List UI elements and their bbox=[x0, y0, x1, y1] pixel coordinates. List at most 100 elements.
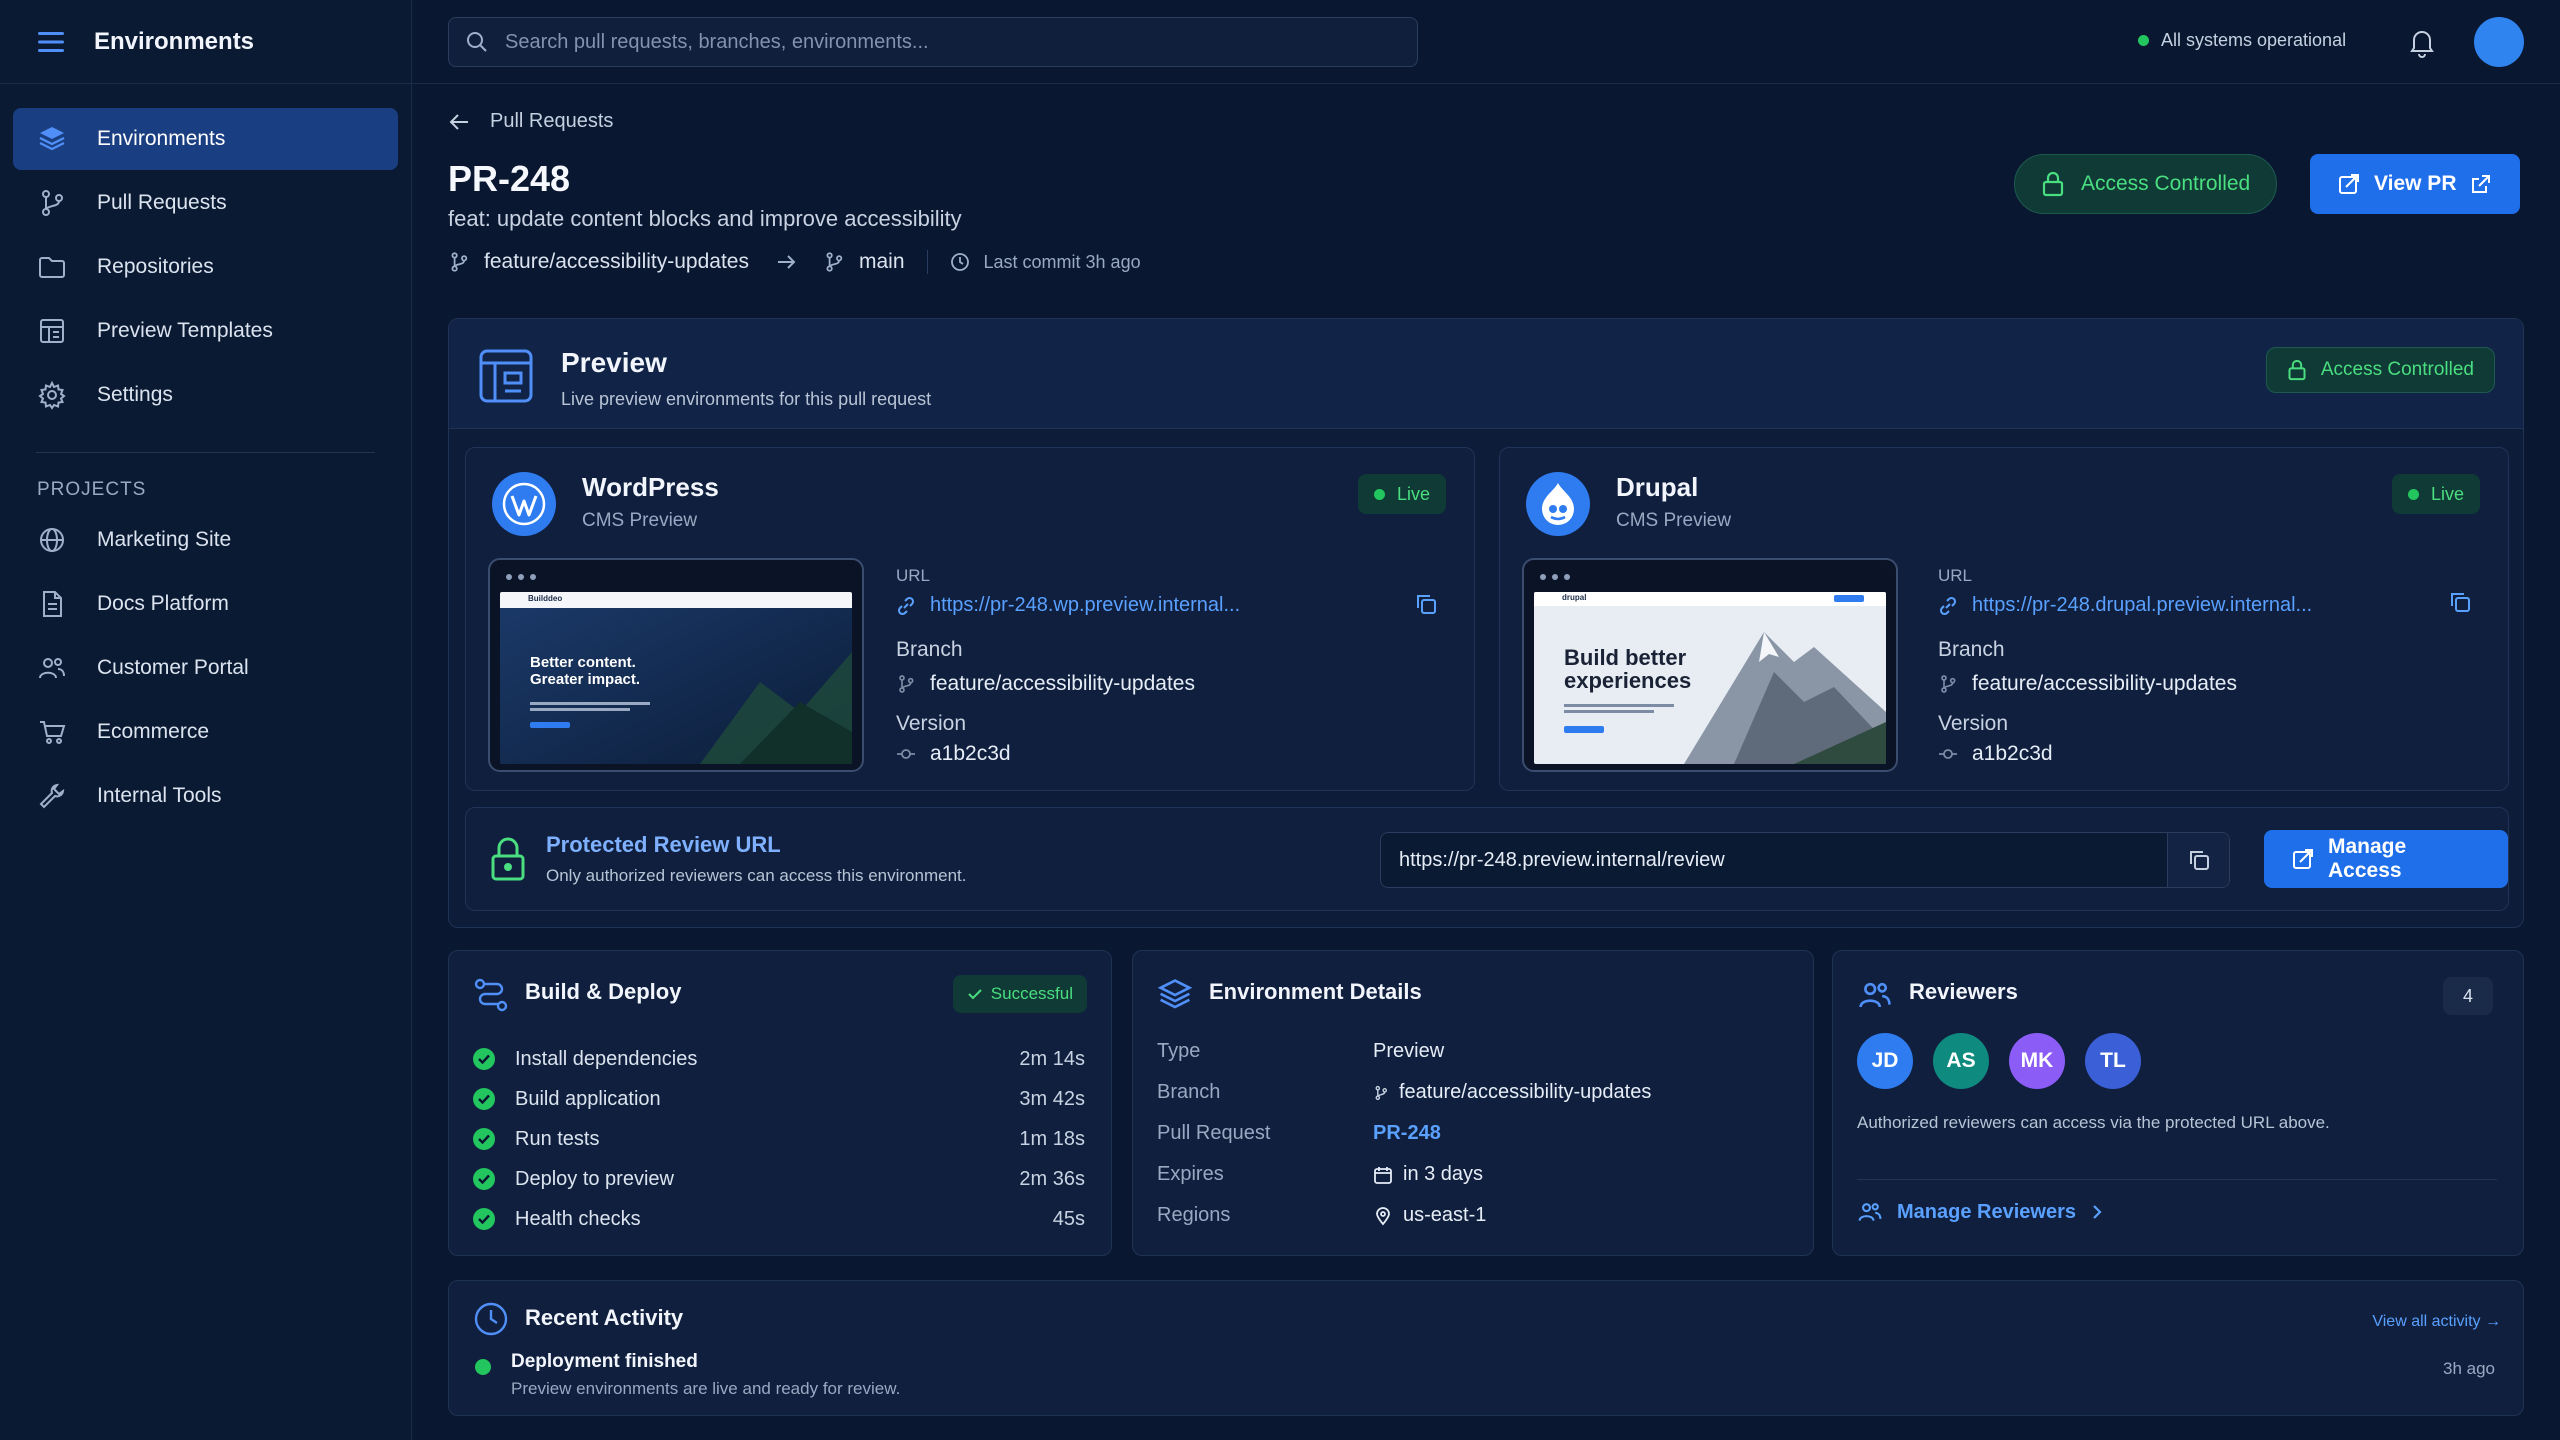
branch-value-row: feature/accessibility-updates bbox=[1938, 672, 2237, 696]
wordpress-site-preview-image: Builddeo Better content. Greater impact. bbox=[500, 592, 852, 764]
reviewer-avatar[interactable]: TL bbox=[2085, 1033, 2141, 1089]
manage-reviewers-link[interactable]: Manage Reviewers bbox=[1857, 1199, 2104, 1225]
review-url-input[interactable] bbox=[1399, 833, 2139, 887]
sidebar-item-settings[interactable]: Settings bbox=[13, 364, 398, 426]
sidebar: Environments Environments Pull Requests … bbox=[0, 0, 412, 1440]
site-headline-line: Greater impact. bbox=[530, 671, 641, 688]
version-value-row: a1b2c3d bbox=[896, 742, 1011, 766]
review-url-field[interactable] bbox=[1380, 832, 2230, 888]
copy-review-url-button[interactable] bbox=[2167, 833, 2229, 887]
git-branch-icon bbox=[896, 674, 916, 694]
cms-name: Drupal bbox=[1616, 472, 1699, 502]
lock-icon bbox=[2287, 359, 2307, 381]
access-controlled-label: Access Controlled bbox=[2081, 172, 2251, 195]
layers-icon bbox=[37, 124, 67, 154]
build-step-label: Health checks bbox=[515, 1207, 641, 1230]
search-icon bbox=[465, 30, 489, 54]
search-bar[interactable] bbox=[448, 17, 1418, 67]
sidebar-item-label: Internal Tools bbox=[97, 784, 222, 807]
build-status-label: Successful bbox=[990, 984, 1073, 1003]
sidebar-item-pull-requests[interactable]: Pull Requests bbox=[13, 172, 398, 234]
pull-request-link[interactable]: PR-248 bbox=[1373, 1122, 1441, 1145]
preview-url[interactable]: https://pr-248.wp.preview.internal... bbox=[930, 594, 1240, 617]
search-input[interactable] bbox=[505, 30, 1385, 54]
preview-url-link[interactable]: https://pr-248.wp.preview.internal... bbox=[896, 594, 1240, 617]
build-step: Health checks 45s bbox=[473, 1199, 1085, 1239]
git-branch-icon bbox=[37, 188, 67, 218]
breadcrumb-link[interactable]: Pull Requests bbox=[490, 110, 613, 133]
sidebar-item-internal-tools[interactable]: Internal Tools bbox=[13, 765, 398, 827]
sidebar-item-marketing-site[interactable]: Marketing Site bbox=[13, 509, 398, 571]
access-controlled-label: Access Controlled bbox=[2320, 359, 2474, 380]
wrench-icon bbox=[37, 781, 67, 811]
target-branch: main bbox=[858, 250, 905, 273]
build-step: Install dependencies 2m 14s bbox=[473, 1039, 1085, 1079]
sidebar-nav: Environments Pull Requests Repositories … bbox=[0, 84, 411, 426]
commit-icon bbox=[896, 744, 916, 764]
topbar: All systems operational bbox=[412, 0, 2560, 84]
app-title: Environments bbox=[94, 27, 255, 55]
detail-value-wrap: in 3 days bbox=[1373, 1163, 1483, 1186]
notification-bell-icon[interactable] bbox=[2406, 26, 2438, 58]
build-step-duration: 1m 18s bbox=[1019, 1127, 1085, 1150]
url-label: URL bbox=[896, 566, 931, 585]
protected-url-subtitle: Only authorized reviewers can access thi… bbox=[546, 866, 967, 885]
activity-item: Deployment finished Preview environments… bbox=[475, 1351, 900, 1399]
manage-access-button[interactable]: Manage Access bbox=[2264, 830, 2508, 888]
detail-key: Expires bbox=[1157, 1163, 1224, 1185]
access-controlled-badge: Access Controlled bbox=[2265, 347, 2495, 393]
copy-icon[interactable] bbox=[2448, 590, 2472, 614]
sidebar-item-environments[interactable]: Environments bbox=[13, 108, 398, 170]
drupal-screenshot[interactable]: drupal Build better experiences bbox=[1522, 558, 1898, 772]
detail-row: Branch feature/accessibility-updates bbox=[1157, 1072, 1789, 1113]
reviewer-avatar[interactable]: JD bbox=[1857, 1033, 1913, 1089]
site-brand: drupal bbox=[1562, 593, 1587, 602]
hamburger-menu-icon[interactable] bbox=[36, 30, 66, 54]
preview-app-icon bbox=[477, 347, 535, 405]
live-label: Live bbox=[1396, 483, 1430, 504]
copy-icon[interactable] bbox=[1414, 592, 1438, 616]
preview-url-link[interactable]: https://pr-248.drupal.preview.internal..… bbox=[1938, 594, 2312, 617]
reviewer-avatar[interactable]: AS bbox=[1933, 1033, 1989, 1089]
link-icon bbox=[1938, 596, 1958, 616]
source-branch: feature/accessibility-updates bbox=[484, 250, 749, 273]
activity-time: 3h ago bbox=[2443, 1359, 2495, 1378]
branch-value: feature/accessibility-updates bbox=[930, 672, 1195, 695]
activity-status-dot bbox=[475, 1359, 491, 1375]
version-field: Version a1b2c3d bbox=[1938, 712, 2053, 766]
page-title: PR-248 bbox=[448, 158, 571, 199]
template-icon bbox=[37, 316, 67, 346]
external-link-icon bbox=[2470, 173, 2492, 195]
user-avatar[interactable] bbox=[2474, 17, 2524, 67]
sidebar-item-docs-platform[interactable]: Docs Platform bbox=[13, 573, 398, 635]
sidebar-item-label: Settings bbox=[97, 383, 173, 406]
breadcrumb[interactable]: Pull Requests bbox=[448, 110, 613, 133]
reviewer-avatar[interactable]: MK bbox=[2009, 1033, 2065, 1089]
detail-key: Type bbox=[1157, 1040, 1201, 1062]
sidebar-item-repositories[interactable]: Repositories bbox=[13, 236, 398, 298]
sidebar-item-label: Pull Requests bbox=[97, 191, 227, 214]
detail-value: us-east-1 bbox=[1403, 1204, 1487, 1226]
git-branch-icon bbox=[448, 251, 470, 273]
check-circle-icon bbox=[473, 1208, 495, 1230]
sidebar-item-customer-portal[interactable]: Customer Portal bbox=[13, 637, 398, 699]
check-circle-icon bbox=[473, 1128, 495, 1150]
clock-icon bbox=[473, 1301, 509, 1337]
access-controlled-button[interactable]: Access Controlled bbox=[2014, 154, 2278, 214]
site-headline-line: Build better bbox=[1564, 645, 1687, 670]
sidebar-item-label: Customer Portal bbox=[97, 656, 249, 679]
wordpress-screenshot[interactable]: Builddeo Better content. Greater impact. bbox=[488, 558, 864, 772]
version-value-row: a1b2c3d bbox=[1938, 742, 2053, 766]
view-all-activity-link[interactable]: View all activity → bbox=[2372, 1313, 2501, 1331]
view-pr-button[interactable]: View PR bbox=[2310, 154, 2521, 214]
arrow-left-icon bbox=[448, 111, 470, 133]
sidebar-item-preview-templates[interactable]: Preview Templates bbox=[13, 300, 398, 362]
status-dot bbox=[2138, 35, 2149, 46]
version-value: a1b2c3d bbox=[930, 742, 1011, 765]
system-status[interactable]: All systems operational bbox=[2138, 30, 2346, 51]
build-deploy-title: Build & Deploy bbox=[525, 979, 682, 1004]
check-circle-icon bbox=[473, 1048, 495, 1070]
build-step: Deploy to preview 2m 36s bbox=[473, 1159, 1085, 1199]
preview-url[interactable]: https://pr-248.drupal.preview.internal..… bbox=[1972, 594, 2312, 617]
sidebar-item-ecommerce[interactable]: Ecommerce bbox=[13, 701, 398, 763]
